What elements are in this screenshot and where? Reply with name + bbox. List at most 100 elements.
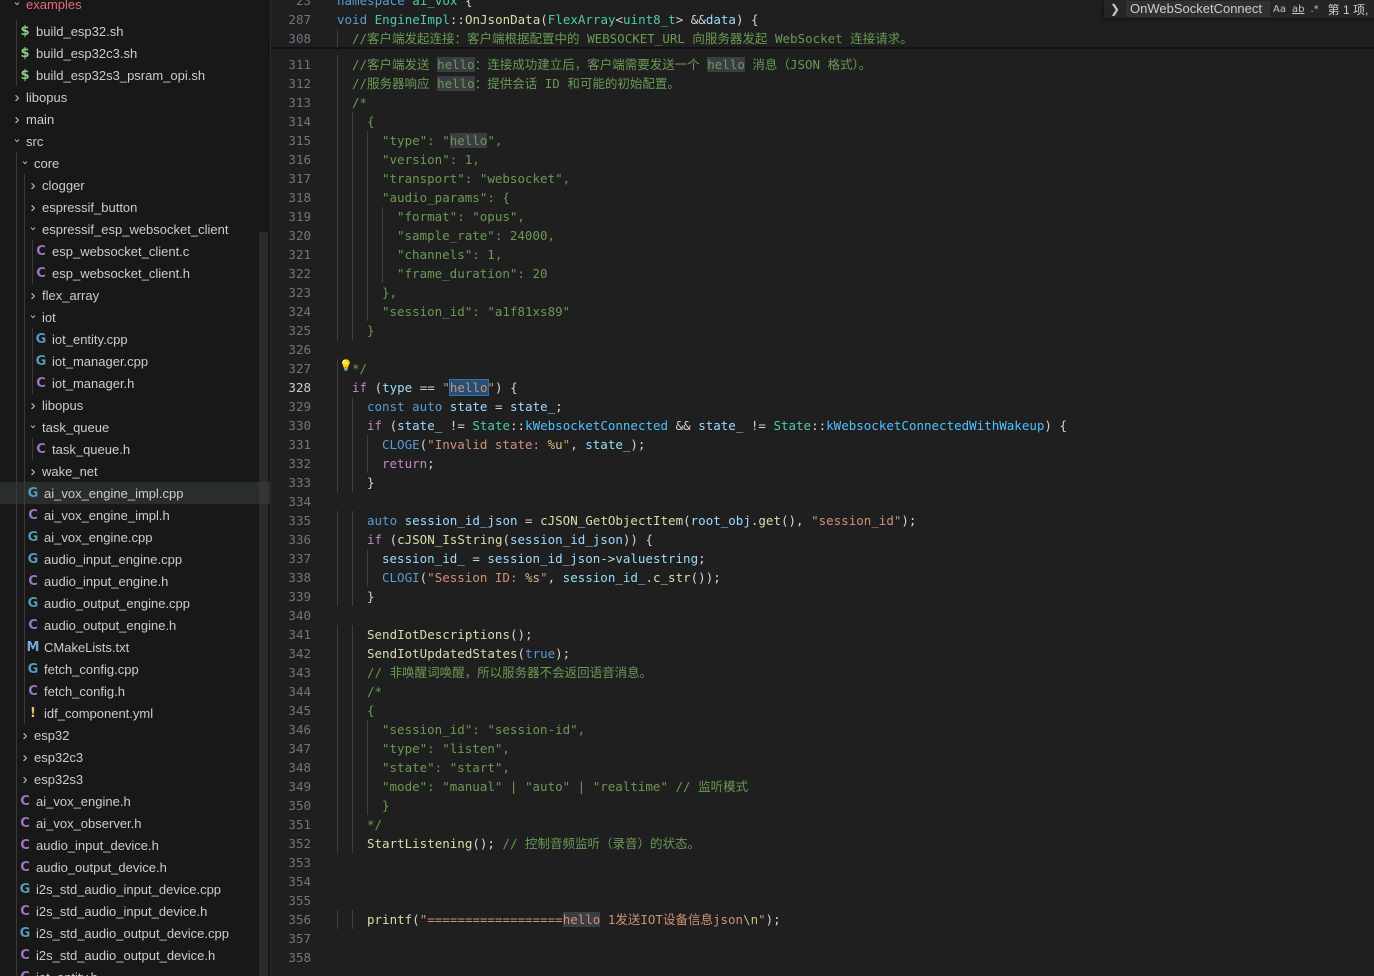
tree-file[interactable]: $ build_esp32c3.sh — [0, 42, 270, 64]
tree-file[interactable]: Gaudio_input_engine.cpp — [0, 548, 270, 570]
tree-file[interactable]: $ build_esp32.sh — [0, 20, 270, 42]
tree-file[interactable]: Ciot_entity.h — [0, 966, 270, 976]
code-line[interactable]: 343 // 非唤醒词唤醒，所以服务器不会返回语音消息。 — [271, 663, 1374, 682]
code-line[interactable]: 345 { — [271, 701, 1374, 720]
tree-file[interactable]: Cai_vox_observer.h — [0, 812, 270, 834]
tree-file[interactable]: Gai_vox_engine.cpp — [0, 526, 270, 548]
code-line[interactable]: 337 session_id_ = session_id_json->values… — [271, 549, 1374, 568]
tree-folder[interactable]: › espressif_button — [0, 196, 270, 218]
use-regex-icon[interactable]: .* — [1310, 4, 1318, 15]
tree-file[interactable]: Cai_vox_engine_impl.h — [0, 504, 270, 526]
toggle-replace-chevron-icon[interactable]: ❯ — [1104, 2, 1126, 16]
tree-folder[interactable]: ⌄ src — [0, 130, 268, 152]
chevron-down-icon[interactable]: ⌄ — [10, 0, 24, 8]
code-line[interactable]: 322 "frame_duration": 20 — [271, 264, 1374, 283]
code-line[interactable]: 344 /* — [271, 682, 1374, 701]
code-line[interactable]: 350} — [271, 796, 1374, 815]
code-line[interactable]: 354 — [271, 872, 1374, 891]
tree-file[interactable]: Cfetch_config.h — [0, 680, 270, 702]
code-line[interactable]: 357 — [271, 929, 1374, 948]
tree-file[interactable]: Gi2s_std_audio_output_device.cpp — [0, 922, 270, 944]
chevron-right-icon[interactable]: › — [26, 397, 40, 414]
code-line[interactable]: 311 //客户端发送 hello：连接成功建立后，客户端需要发送一个 hello… — [271, 55, 1374, 74]
code-line[interactable]: 358 — [271, 948, 1374, 967]
code-line[interactable]: 316 "version": 1, — [271, 150, 1374, 169]
tree-file[interactable]: Giot_manager.cpp — [0, 350, 270, 372]
chevron-right-icon[interactable]: › — [26, 463, 40, 480]
tree-folder[interactable]: ⌄ iot — [0, 306, 270, 328]
match-case-icon[interactable]: Aa — [1273, 4, 1286, 15]
tree-folder[interactable]: › esp32 — [0, 724, 270, 746]
code-line[interactable]: 339} — [271, 587, 1374, 606]
tree-folder[interactable]: › esp32s3 — [0, 768, 270, 790]
code-line[interactable]: 330 if (state_ != State::kWebsocketConnec… — [271, 416, 1374, 435]
code-line[interactable]: 336 if (cJSON_IsString(session_id_json)) … — [271, 530, 1374, 549]
explorer-scrollbar[interactable] — [259, 232, 268, 976]
chevron-right-icon[interactable]: › — [26, 287, 40, 304]
code-line[interactable]: 318 "audio_params": { — [271, 188, 1374, 207]
code-line[interactable]: 341 SendIotDescriptions(); — [271, 625, 1374, 644]
tree-folder[interactable]: › clogger — [0, 174, 270, 196]
tree-folder[interactable]: › esp32c3 — [0, 746, 270, 768]
code-line[interactable]: 325} — [271, 321, 1374, 340]
code-line[interactable]: 347 "type": "listen", — [271, 739, 1374, 758]
code-line[interactable]: 331 CLOGE("Invalid state: %u", state_); — [271, 435, 1374, 454]
tree-file[interactable]: Caudio_output_engine.h — [0, 614, 270, 636]
tree-file[interactable]: Gfetch_config.cpp — [0, 658, 270, 680]
tree-folder[interactable]: ⌄ examples — [0, 0, 268, 15]
tree-file[interactable]: Ci2s_std_audio_input_device.h — [0, 900, 270, 922]
tree-folder[interactable]: › flex_array — [0, 284, 270, 306]
tree-folder[interactable]: ⌄ task_queue — [0, 416, 270, 438]
code-line[interactable]: 335 auto session_id_json = cJSON_GetObjec… — [271, 511, 1374, 530]
code-line[interactable]: 333} — [271, 473, 1374, 492]
tree-file[interactable]: Ci2s_std_audio_output_device.h — [0, 944, 270, 966]
code-line[interactable]: 353 — [271, 853, 1374, 872]
code-line[interactable]: 327 */ — [271, 359, 1374, 378]
tree-file[interactable]: Cai_vox_engine.h — [0, 790, 270, 812]
code-line[interactable]: 308 //客户端发起连接：客户端根据配置中的 WEBSOCKET_URL 向服务… — [271, 29, 1374, 48]
code-editor[interactable]: 23 namespace ai_vox {287 void EngineImpl::… — [271, 0, 1374, 976]
code-line[interactable]: 314 { — [271, 112, 1374, 131]
tree-file[interactable]: Giot_entity.cpp — [0, 328, 270, 350]
chevron-right-icon[interactable]: › — [18, 771, 32, 788]
code-line[interactable]: 324 "session_id": "a1f81xs89" — [271, 302, 1374, 321]
chevron-right-icon[interactable]: › — [10, 89, 24, 106]
tree-file[interactable]: ! idf_component.yml — [0, 702, 270, 724]
code-line[interactable]: 346 "session_id": "session-id", — [271, 720, 1374, 739]
code-line[interactable]: 332 return; — [271, 454, 1374, 473]
chevron-right-icon[interactable]: › — [18, 727, 32, 744]
tree-folder[interactable]: › libopus — [0, 394, 270, 416]
chevron-right-icon[interactable]: › — [26, 177, 40, 194]
code-line[interactable]: 319 "format": "opus", — [271, 207, 1374, 226]
code-line[interactable]: 342 SendIotUpdatedStates(true); — [271, 644, 1374, 663]
code-line[interactable]: 328 if (type == "hello") { — [271, 378, 1374, 397]
tree-folder[interactable]: ⌄ core — [0, 152, 270, 174]
tree-file[interactable]: Gi2s_std_audio_input_device.cpp — [0, 878, 270, 900]
code-line[interactable]: 326 — [271, 340, 1374, 359]
code-line[interactable]: 340 — [271, 606, 1374, 625]
code-line[interactable]: 323}, — [271, 283, 1374, 302]
tree-folder[interactable]: ⌄ espressif_esp_websocket_client — [0, 218, 270, 240]
tree-file[interactable]: Ctask_queue.h — [0, 438, 270, 460]
chevron-down-icon[interactable]: ⌄ — [26, 308, 40, 321]
chevron-down-icon[interactable]: ⌄ — [10, 132, 24, 145]
lightbulb-icon[interactable]: 💡 — [339, 359, 353, 372]
code-line[interactable]: 351 */ — [271, 815, 1374, 834]
code-line[interactable]: 317 "transport": "websocket", — [271, 169, 1374, 188]
code-line[interactable]: 313 /* — [271, 93, 1374, 112]
tree-file[interactable]: $ build_esp32s3_psram_opi.sh — [0, 64, 270, 86]
tree-file[interactable]: Cesp_websocket_client.c — [0, 240, 270, 262]
code-line[interactable]: 329 const auto state = state_; — [271, 397, 1374, 416]
chevron-down-icon[interactable]: ⌄ — [26, 220, 40, 233]
chevron-right-icon[interactable]: › — [10, 111, 24, 128]
chevron-down-icon[interactable]: ⌄ — [18, 154, 32, 167]
code-line[interactable]: 315 "type": "hello", — [271, 131, 1374, 150]
tree-file[interactable]: Gaudio_output_engine.cpp — [0, 592, 270, 614]
tree-file[interactable]: M CMakeLists.txt — [0, 636, 270, 658]
code-line[interactable]: 348 "state": "start", — [271, 758, 1374, 777]
find-input[interactable]: OnWebSocketConnect — [1126, 1, 1270, 17]
tree-file[interactable]: Caudio_output_device.h — [0, 856, 270, 878]
code-line[interactable]: 334 — [271, 492, 1374, 511]
tree-folder[interactable]: › libopus — [0, 86, 268, 108]
code-line[interactable]: 356 printf("==================hello 1发送IO… — [271, 910, 1374, 929]
